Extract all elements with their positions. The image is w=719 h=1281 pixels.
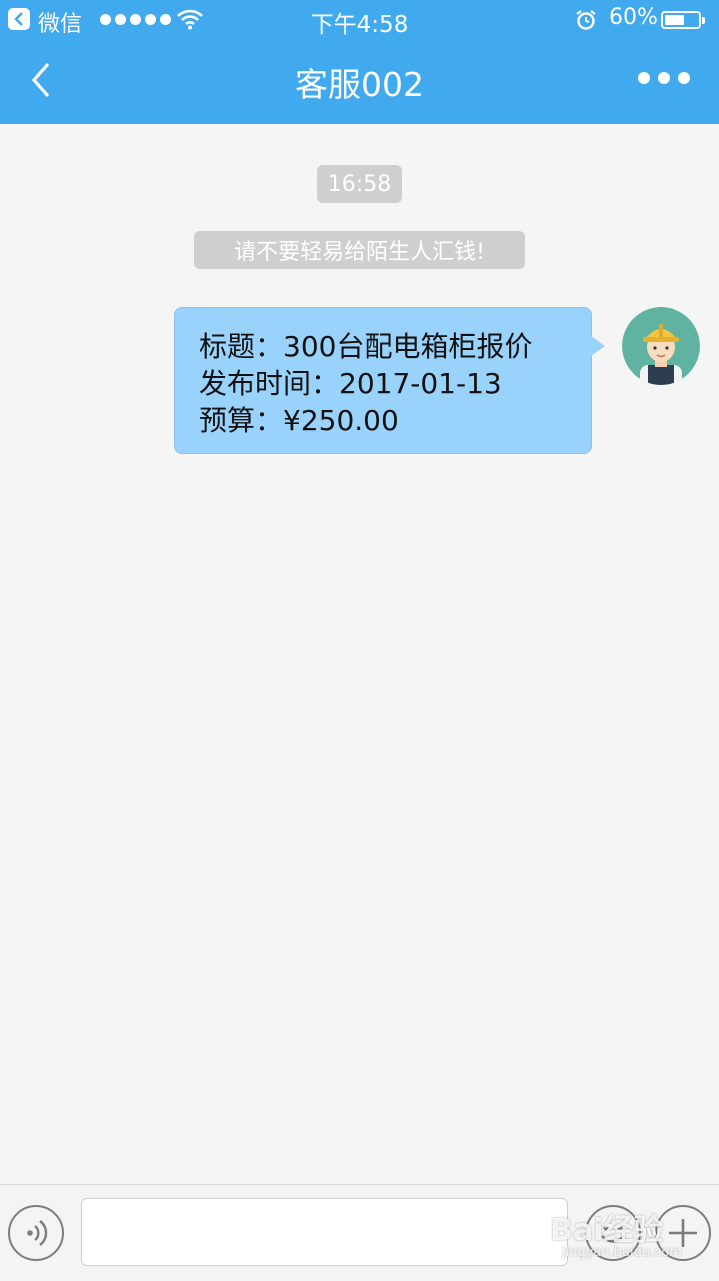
- chat-timestamp: 16:58: [317, 165, 402, 203]
- page-title: 客服002: [295, 65, 424, 104]
- voice-icon[interactable]: [8, 1205, 64, 1261]
- message-input[interactable]: [81, 1198, 568, 1266]
- header: 微信 下午4:58 60% 客服002: [0, 0, 719, 124]
- system-notice: 请不要轻易给陌生人汇钱!: [194, 231, 525, 269]
- input-bar: [0, 1184, 719, 1281]
- message-bubble[interactable]: 标题：300台配电箱柜报价 发布时间：2017-01-13 预算：¥250.00: [174, 307, 592, 454]
- message-date-line: 发布时间：2017-01-13: [199, 367, 502, 400]
- battery-icon: [661, 11, 705, 29]
- alarm-icon: [575, 9, 597, 37]
- message-title-line: 标题：300台配电箱柜报价: [199, 330, 533, 363]
- battery-fill: [665, 15, 684, 25]
- bubble-tail: [591, 336, 605, 356]
- plus-icon[interactable]: [655, 1205, 711, 1261]
- emoji-icon[interactable]: [585, 1205, 641, 1261]
- message-budget-line: 预算：¥250.00: [199, 404, 399, 437]
- more-dots-icon[interactable]: [638, 72, 690, 84]
- avatar[interactable]: [622, 307, 700, 385]
- battery-percent: 60%: [609, 5, 658, 30]
- status-bar: 微信 下午4:58 60%: [0, 0, 719, 40]
